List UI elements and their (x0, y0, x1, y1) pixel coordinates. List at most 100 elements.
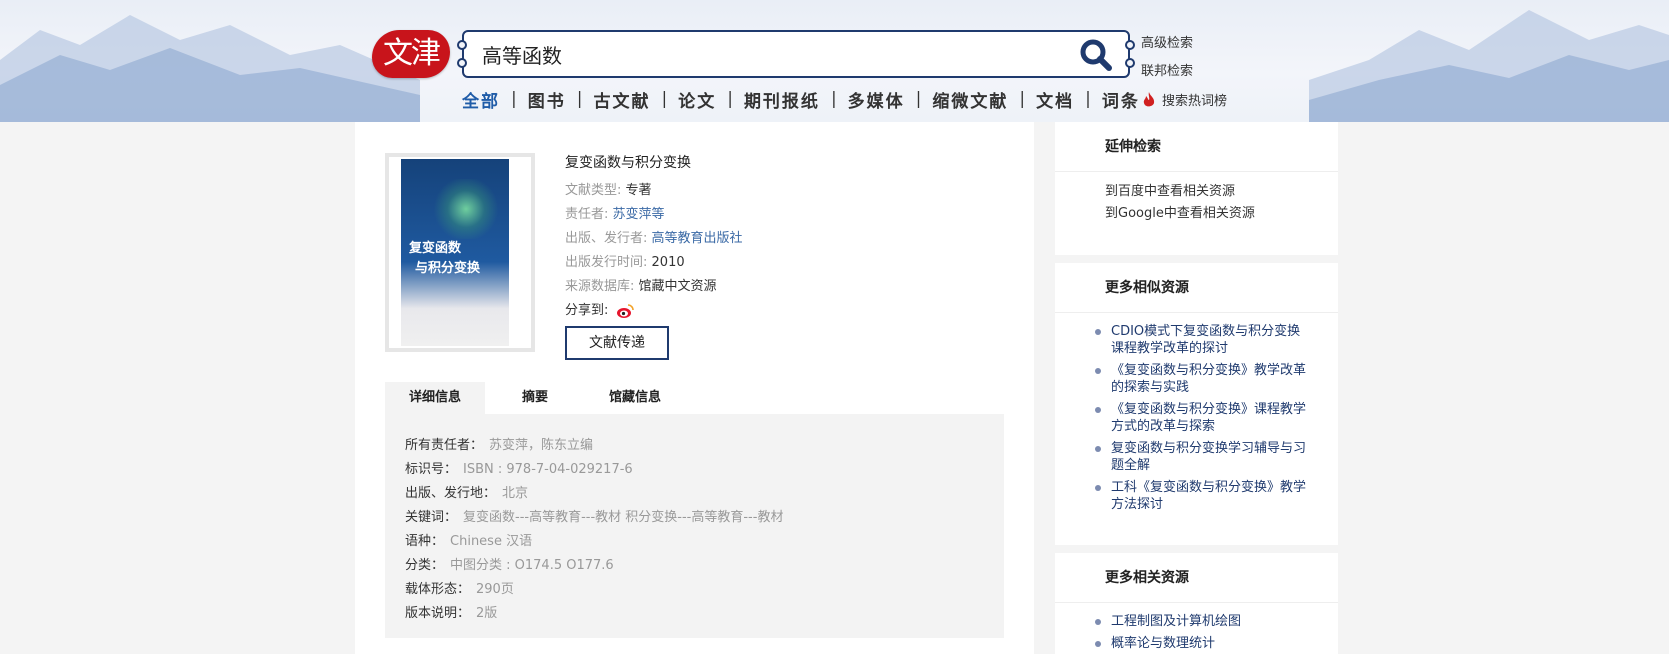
list-item[interactable]: 工程制图及计算机绘图 (1095, 613, 1308, 630)
nav-periodicals[interactable]: 期刊报纸 (744, 87, 820, 112)
nav-separator: | (661, 89, 668, 109)
search-box (457, 30, 1135, 78)
detail-value: 北京 (502, 486, 529, 501)
nav-microfilm[interactable]: 缩微文献 (932, 87, 1008, 112)
author-row: 责任者: 苏变萍等 (565, 203, 743, 227)
category-nav: 全部 | 图书 | 古文献 | 论文 | 期刊报纸 | 多媒体 | 缩微文献 |… (462, 86, 1140, 112)
detail-value: Chinese 汉语 (450, 534, 533, 549)
publisher-label: 出版、发行者: (565, 231, 648, 246)
nav-multimedia[interactable]: 多媒体 (848, 87, 905, 112)
detail-row: 出版、发行地： 北京 (405, 482, 984, 506)
detail-tabs: 详细信息 摘要 馆藏信息 (385, 382, 685, 414)
book-cover: 复变函数 与积分变换 (385, 153, 535, 352)
baidu-search-link[interactable]: 到百度中查看相关资源 (1105, 181, 1338, 203)
publisher-link[interactable]: 高等教育出版社 (652, 231, 743, 246)
nav-separator: | (915, 89, 922, 109)
search-icon[interactable] (1078, 37, 1114, 73)
detail-value: 290页 (476, 582, 514, 597)
tab-abstract[interactable]: 摘要 (485, 382, 585, 414)
book-cover-image: 复变函数 与积分变换 (401, 159, 509, 346)
list-item[interactable]: 《复变函数与积分变换》课程教学方式的改革与探索 (1095, 401, 1308, 435)
publisher-row: 出版、发行者: 高等教育出版社 (565, 227, 743, 251)
detail-value: 中图分类 : O174.5 O177.6 (450, 558, 614, 573)
nav-separator: | (727, 89, 733, 109)
cover-art (431, 179, 501, 239)
detail-label: 所有责任者： (405, 438, 484, 453)
detail-label: 载体形态： (405, 582, 471, 597)
detail-label: 语种： (405, 534, 445, 549)
doc-type-value: 专著 (625, 183, 652, 198)
document-delivery-button[interactable]: 文献传递 (565, 326, 669, 360)
detail-label: 出版、发行地： (405, 486, 497, 501)
weibo-icon[interactable] (616, 303, 635, 319)
header: 文津 高级检索 联邦检索 全部 | 图书 | 古文献 | 论文 | 期刊报纸 |… (0, 0, 1669, 122)
similar-resources-list: CDIO模式下复变函数与积分变换课程教学改革的探讨 《复变函数与积分变换》教学改… (1055, 313, 1338, 513)
nav-papers[interactable]: 论文 (678, 87, 716, 112)
list-item[interactable]: 工科《复变函数与积分变换》教学方法探讨 (1095, 479, 1308, 513)
source-row: 来源数据库: 馆藏中文资源 (565, 275, 743, 299)
related-resources-list: 工程制图及计算机绘图 概率论与数理统计 (1055, 603, 1338, 652)
wenjin-logo[interactable]: 文津 (372, 30, 450, 78)
search-box-ornament (1125, 58, 1135, 68)
list-item[interactable]: 《复变函数与积分变换》教学改革的探索与实践 (1095, 362, 1308, 396)
detail-row: 版本说明： 2版 (405, 602, 984, 626)
author-label: 责任者: (565, 207, 609, 222)
list-item[interactable]: 复变函数与积分变换学习辅导与习题全解 (1095, 440, 1308, 474)
cover-title-line1: 复变函数 (409, 241, 462, 256)
federated-search-link[interactable]: 联邦检索 (1141, 58, 1193, 86)
google-search-link[interactable]: 到Google中查看相关资源 (1105, 203, 1338, 225)
nav-separator: | (1019, 89, 1026, 109)
nav-separator: | (1085, 89, 1091, 109)
list-item[interactable]: 概率论与数理统计 (1095, 635, 1308, 652)
detail-value: 2版 (476, 606, 498, 621)
detail-row: 语种： Chinese 汉语 (405, 530, 984, 554)
fire-icon (1143, 91, 1155, 106)
nav-separator: | (830, 89, 837, 109)
hot-search-link[interactable]: 搜索热词榜 (1141, 90, 1227, 109)
detail-value: 复变函数---高等教育---教材 积分变换---高等教育---教材 (463, 510, 784, 525)
author-link[interactable]: 苏变萍等 (613, 207, 665, 222)
search-input[interactable] (482, 39, 1042, 69)
similar-resources-title: 更多相似资源 (1055, 263, 1338, 313)
detail-label: 标识号： (405, 462, 458, 477)
nav-all[interactable]: 全部 (462, 87, 500, 112)
hot-search-label: 搜索热词榜 (1162, 94, 1228, 109)
extended-search-title: 延伸检索 (1055, 122, 1338, 172)
date-row: 出版发行时间: 2010 (565, 251, 743, 275)
mountain-decoration-left (0, 15, 420, 122)
share-label: 分享到: (565, 303, 609, 318)
detail-row: 标识号： ISBN : 978-7-04-029217-6 (405, 458, 984, 482)
nav-separator: | (511, 89, 517, 109)
detail-label: 关键词： (405, 510, 458, 525)
search-box-ornament (1125, 40, 1135, 50)
detail-label: 版本说明： (405, 606, 471, 621)
detail-row: 载体形态： 290页 (405, 578, 984, 602)
book-cover-frame: 复变函数 与积分变换 (389, 157, 531, 348)
mountain-decoration-right (1309, 10, 1669, 122)
nav-ancient-documents[interactable]: 古文献 (593, 87, 650, 112)
list-item[interactable]: CDIO模式下复变函数与积分变换课程教学改革的探讨 (1095, 323, 1308, 357)
share-row: 分享到: (565, 299, 743, 323)
tab-holdings[interactable]: 馆藏信息 (585, 382, 685, 414)
search-box-ornament (457, 40, 467, 50)
nav-documents[interactable]: 文档 (1036, 87, 1074, 112)
related-resources-title: 更多相关资源 (1055, 553, 1338, 603)
date-label: 出版发行时间: (565, 255, 648, 270)
tab-details[interactable]: 详细信息 (385, 382, 485, 414)
search-box-ornament (457, 58, 467, 68)
source-value: 馆藏中文资源 (638, 279, 717, 294)
detail-row: 关键词： 复变函数---高等教育---教材 积分变换---高等教育---教材 (405, 506, 984, 530)
book-info: 复变函数与积分变换 文献类型: 专著 责任者: 苏变萍等 出版、发行者: 高等教… (565, 152, 743, 360)
nav-books[interactable]: 图书 (528, 87, 566, 112)
doc-type-row: 文献类型: 专著 (565, 179, 743, 203)
cover-title-line2: 与积分变换 (415, 261, 481, 276)
extended-search-panel: 延伸检索 到百度中查看相关资源 到Google中查看相关资源 (1055, 122, 1338, 255)
date-value: 2010 (651, 255, 685, 270)
source-label: 来源数据库: (565, 279, 635, 294)
detail-row: 所有责任者： 苏变萍，陈东立编 (405, 434, 984, 458)
detail-label: 分类： (405, 558, 445, 573)
nav-entries[interactable]: 词条 (1102, 87, 1140, 112)
related-resources-panel: 更多相关资源 工程制图及计算机绘图 概率论与数理统计 (1055, 553, 1338, 654)
book-title: 复变函数与积分变换 (565, 155, 691, 171)
advanced-search-link[interactable]: 高级检索 (1141, 30, 1193, 58)
